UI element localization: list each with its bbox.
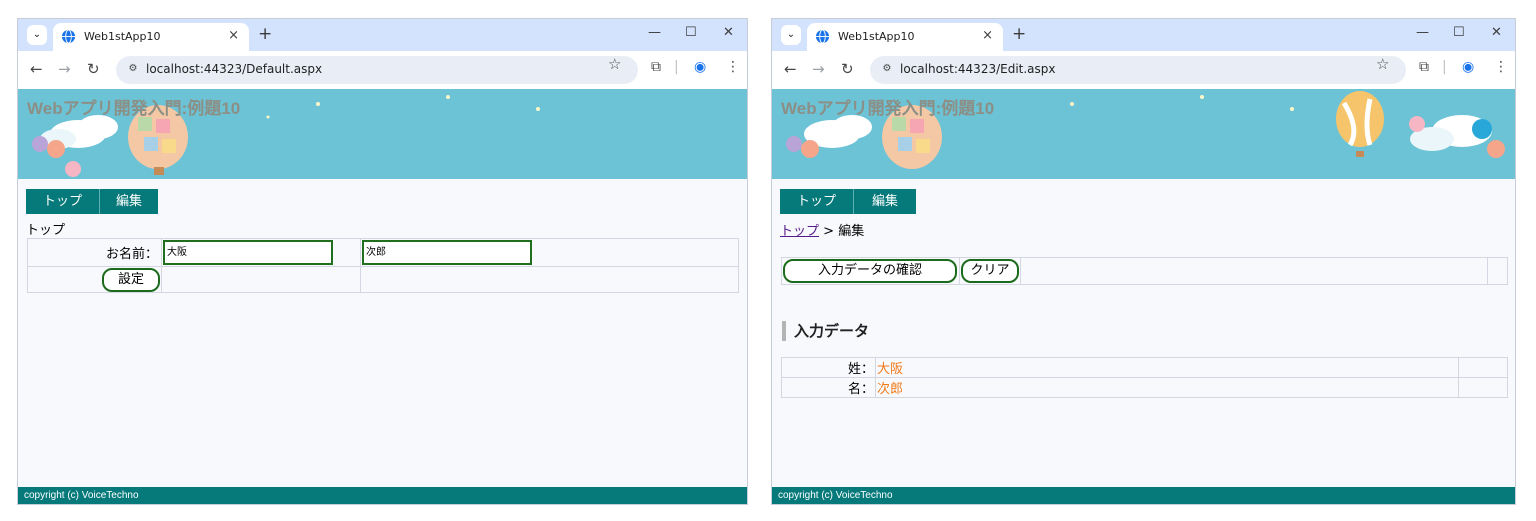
empty-cell: [1458, 377, 1508, 398]
browser-tab[interactable]: Web1stApp10 ×: [53, 23, 249, 51]
set-button[interactable]: 設定: [102, 267, 160, 292]
new-tab-button[interactable]: +: [258, 24, 272, 44]
set-button-cell: 設定: [27, 266, 162, 293]
maximize-icon[interactable]: ☐: [1453, 25, 1465, 40]
empty-cell: [360, 266, 739, 293]
browser-tab[interactable]: Web1stApp10 ×: [807, 23, 1003, 51]
menu-edit[interactable]: 編集: [100, 189, 158, 214]
browser-toolbar: ← → ↻ ⚙ localhost:44323/Edit.aspx ☆ ⧉ | …: [772, 51, 1515, 89]
empty-cell: [1020, 257, 1488, 285]
site-info-icon[interactable]: ⚙: [125, 61, 141, 77]
table-row: 姓： 大阪: [781, 357, 1508, 378]
close-tab-icon[interactable]: ×: [228, 28, 239, 43]
first-name-input[interactable]: 次郎: [362, 240, 532, 265]
address-bar[interactable]: ⚙ localhost:44323/Edit.aspx: [870, 56, 1406, 84]
empty-cell: [161, 266, 361, 293]
maximize-icon[interactable]: ☐: [685, 25, 697, 40]
name-label: お名前：: [27, 238, 162, 267]
tab-strip: ⌄ Web1stApp10 × + — ☐ ✕: [18, 19, 747, 51]
breadcrumb-current: 編集: [838, 224, 865, 239]
empty-cell: [1458, 357, 1508, 378]
new-tab-button[interactable]: +: [1012, 24, 1026, 44]
first-name-cell: 次郎: [360, 238, 739, 267]
tab-search-button[interactable]: ⌄: [781, 25, 801, 45]
profile-icon[interactable]: ◉: [694, 59, 706, 75]
reload-icon[interactable]: ↻: [841, 60, 854, 78]
input-data-table: 姓： 大阪 名： 次郎: [781, 357, 1508, 398]
name-form-table: お名前： 大阪 次郎 設定: [27, 238, 739, 293]
last-name-value: 大阪: [875, 357, 1459, 378]
menu-edit[interactable]: 編集: [854, 189, 916, 214]
menu-kebab-icon[interactable]: ⋮: [1494, 59, 1508, 75]
back-icon[interactable]: ←: [784, 60, 797, 78]
close-window-icon[interactable]: ✕: [1491, 25, 1502, 40]
tab-title: Web1stApp10: [84, 30, 161, 43]
close-tab-icon[interactable]: ×: [982, 28, 993, 43]
forward-icon[interactable]: →: [812, 60, 825, 78]
browser-window-default: ⌄ Web1stApp10 × + — ☐ ✕ ← → ↻ ⚙ localhos…: [17, 18, 748, 505]
bookmark-star-icon[interactable]: ☆: [608, 55, 621, 73]
last-name-cell: 大阪: [161, 238, 361, 267]
url-text: localhost:44323/Default.aspx: [146, 62, 323, 76]
forward-icon[interactable]: →: [58, 60, 71, 78]
browser-window-edit: ⌄ Web1stApp10 × + — ☐ ✕ ← → ↻ ⚙ localhos…: [771, 18, 1516, 505]
empty-cell: [1487, 257, 1508, 285]
first-name-label: 名：: [781, 377, 876, 398]
first-name-value: 次郎: [875, 377, 1459, 398]
menu-top[interactable]: トップ: [26, 189, 100, 214]
breadcrumb-separator: >: [823, 224, 835, 239]
page-content: Webアプリ開発入門:例題10 トップ 編集 トップ > 編集 入力データの確認…: [772, 89, 1515, 504]
toolbar-divider: |: [1442, 59, 1447, 75]
site-banner: Webアプリ開発入門:例題10: [772, 89, 1515, 179]
site-title: Webアプリ開発入門:例題10: [27, 99, 241, 118]
globe-icon: [61, 29, 76, 44]
address-bar[interactable]: ⚙ localhost:44323/Default.aspx: [116, 56, 638, 84]
action-button-table: 入力データの確認 クリア: [781, 257, 1508, 285]
footer: copyright (c) VoiceTechno: [18, 487, 747, 504]
extensions-icon[interactable]: ⧉: [1419, 59, 1429, 75]
site-info-icon[interactable]: ⚙: [879, 61, 895, 77]
bookmark-star-icon[interactable]: ☆: [1376, 55, 1389, 73]
tab-search-button[interactable]: ⌄: [27, 25, 47, 45]
site-title: Webアプリ開発入門:例題10: [781, 99, 995, 118]
reload-icon[interactable]: ↻: [87, 60, 100, 78]
browser-toolbar: ← → ↻ ⚙ localhost:44323/Default.aspx ☆ ⧉…: [18, 51, 747, 89]
toolbar-divider: |: [674, 59, 679, 75]
site-banner: Webアプリ開発入門:例題10: [18, 89, 747, 179]
menu-kebab-icon[interactable]: ⋮: [726, 59, 740, 75]
main-menu: トップ 編集: [780, 189, 916, 214]
menu-top[interactable]: トップ: [780, 189, 854, 214]
minimize-icon[interactable]: —: [1416, 25, 1429, 40]
minimize-icon[interactable]: —: [648, 25, 661, 40]
url-text: localhost:44323/Edit.aspx: [900, 62, 1056, 76]
confirm-input-button[interactable]: 入力データの確認: [783, 259, 957, 283]
section-title: 入力データ: [782, 321, 869, 341]
breadcrumb: トップ > 編集: [780, 220, 864, 239]
main-menu: トップ 編集: [26, 189, 158, 214]
extensions-icon[interactable]: ⧉: [651, 59, 661, 75]
breadcrumb-link-top[interactable]: トップ: [780, 224, 819, 239]
last-name-input[interactable]: 大阪: [163, 240, 333, 265]
clear-button[interactable]: クリア: [961, 259, 1019, 283]
footer: copyright (c) VoiceTechno: [772, 487, 1515, 504]
close-window-icon[interactable]: ✕: [723, 25, 734, 40]
page-title: トップ: [26, 223, 66, 238]
clear-cell: クリア: [959, 257, 1021, 285]
profile-icon[interactable]: ◉: [1462, 59, 1474, 75]
tab-strip: ⌄ Web1stApp10 × + — ☐ ✕: [772, 19, 1515, 51]
page-content: Webアプリ開発入門:例題10 トップ 編集 トップ お名前： 大阪 次郎 設定: [18, 89, 747, 504]
tab-title: Web1stApp10: [838, 30, 915, 43]
last-name-label: 姓：: [781, 357, 876, 378]
back-icon[interactable]: ←: [30, 60, 43, 78]
globe-icon: [815, 29, 830, 44]
table-row: 名： 次郎: [781, 377, 1508, 398]
confirm-cell: 入力データの確認: [781, 257, 960, 285]
